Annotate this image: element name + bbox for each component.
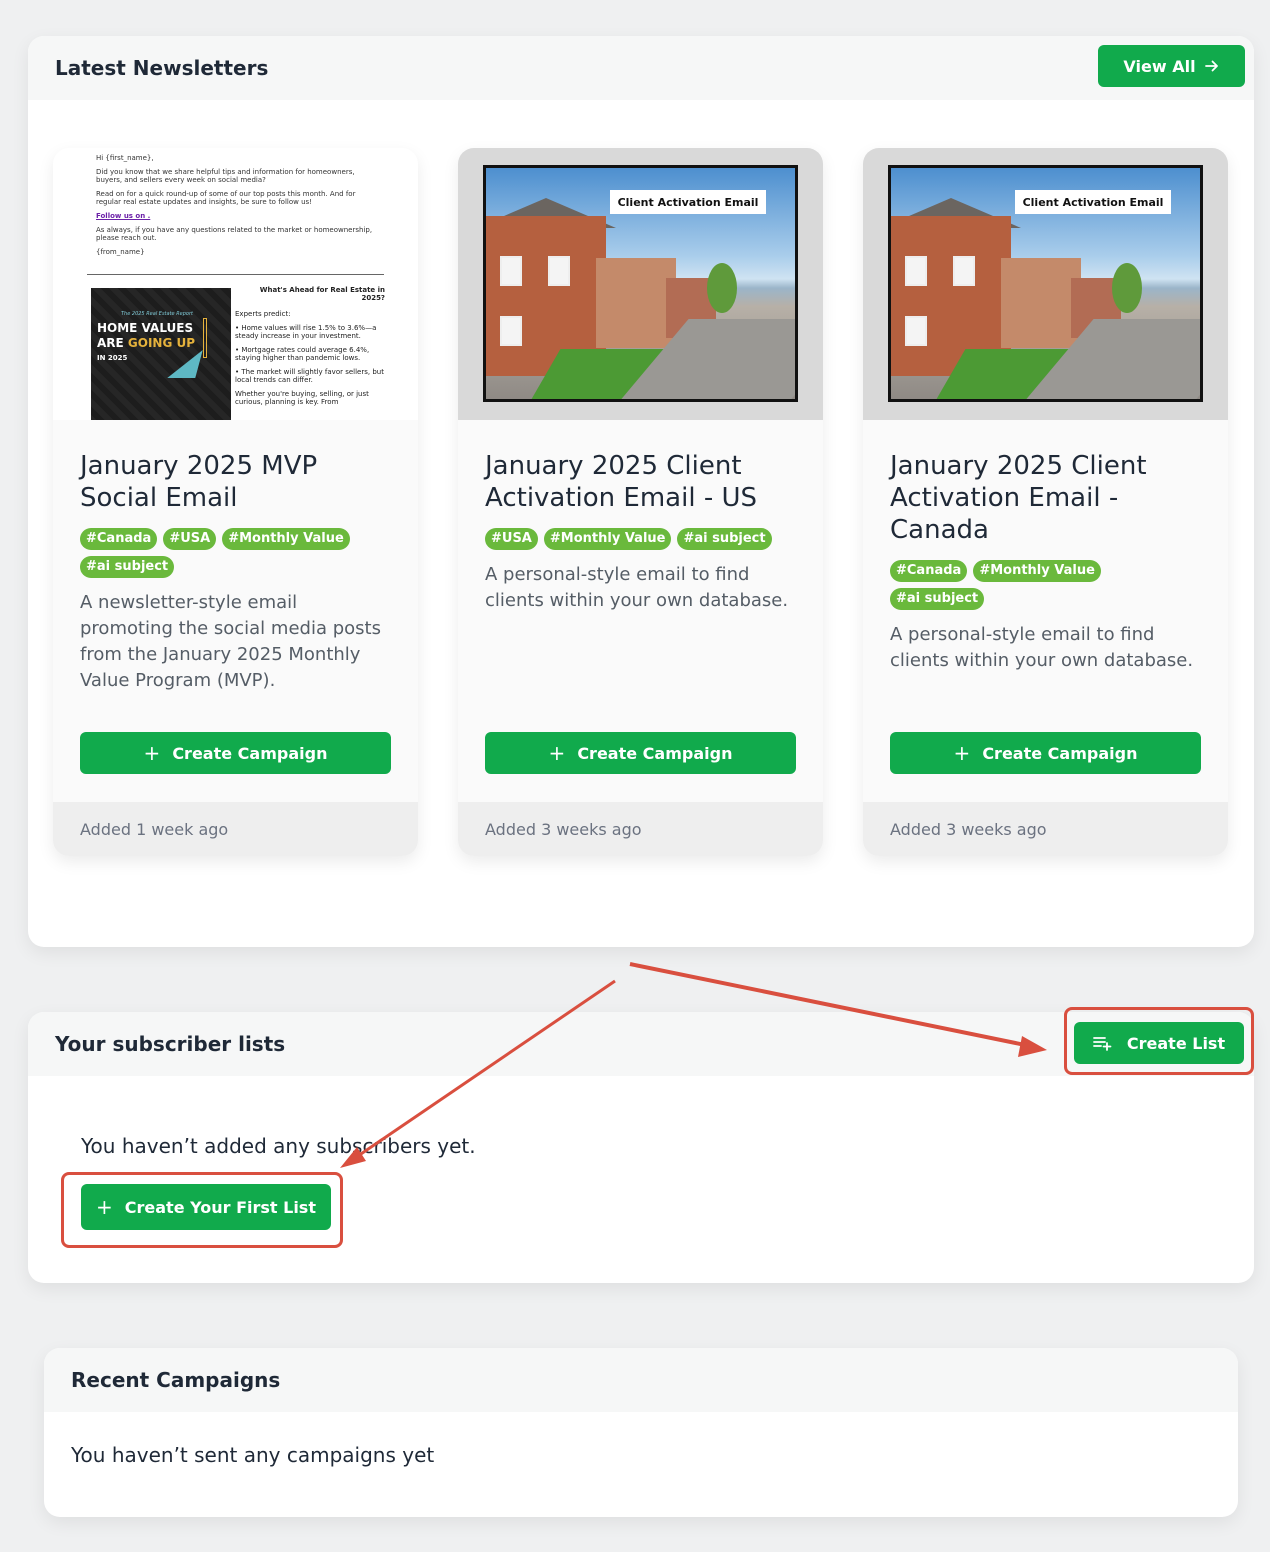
no-campaigns-message: You haven’t sent any campaigns yet: [71, 1443, 435, 1467]
tag: #Canada: [80, 528, 158, 550]
card-title: January 2025 Client Activation Email - U…: [485, 451, 758, 513]
email-side-text: What's Ahead for Real Estate in 2025? Ex…: [235, 286, 385, 412]
card-added-date: Added 1 week ago: [53, 802, 418, 856]
campaigns-header: Recent Campaigns: [44, 1348, 1238, 1412]
newsletters-title: Latest Newsletters: [55, 56, 269, 80]
email-side-intro: Experts predict:: [235, 310, 291, 318]
create-campaign-label: Create Campaign: [577, 743, 733, 763]
email-divider: [87, 274, 384, 275]
promo-triangle-shape: [167, 350, 203, 378]
newsletters-header: Latest Newsletters: [28, 36, 1254, 100]
email-preview-text: Hi {first_name}, Did you know that we sh…: [96, 154, 381, 262]
email-side-bullet: • Home values will rise 1.5% to 3.6%—a s…: [235, 324, 377, 340]
tag-list: #USA #Monthly Value #ai subject: [485, 528, 785, 550]
campaigns-title: Recent Campaigns: [71, 1368, 281, 1392]
create-campaign-button[interactable]: + Create Campaign: [485, 732, 796, 774]
promo-line-2b: GOING UP: [127, 336, 196, 350]
annotation-highlight-create-list: [1064, 1007, 1254, 1075]
tag: #Monthly Value: [543, 528, 672, 550]
promo-headline: HOME VALUES ARE GOING UP: [97, 321, 195, 351]
newsletter-card-mvp-social: Hi {first_name}, Did you know that we sh…: [53, 148, 418, 856]
tag: #ai subject: [890, 588, 985, 610]
email-greeting: Hi {first_name},: [96, 154, 154, 162]
card-body: January 2025 Client Activation Email - C…: [863, 420, 1228, 802]
email-side-heading: What's Ahead for Real Estate in 2025?: [259, 286, 385, 302]
email-follow-link: Follow us on .: [96, 212, 151, 220]
tag: #USA: [163, 528, 217, 550]
plus-icon: +: [143, 741, 161, 765]
photo-label: Client Activation Email: [610, 190, 766, 214]
email-side-bullet: • Mortgage rates could average 6.4%, sta…: [235, 346, 370, 362]
email-side-ending: Whether you're buying, selling, or just …: [235, 390, 369, 406]
plus-icon: +: [953, 741, 971, 765]
card-body: January 2025 Client Activation Email - U…: [458, 420, 823, 802]
house-photo: Client Activation Email: [888, 165, 1203, 402]
newsletter-card-client-activation-us: Client Activation Email January 2025 Cli…: [458, 148, 823, 856]
up-arrow-icon: [203, 318, 207, 358]
card-description: A personal-style email to find clients w…: [890, 624, 1194, 671]
email-side-bullet: • The market will slightly favor sellers…: [235, 368, 384, 384]
create-campaign-label: Create Campaign: [982, 743, 1138, 763]
tag: #ai subject: [80, 556, 175, 578]
card-title: January 2025 MVP Social Email: [80, 451, 318, 513]
create-campaign-button[interactable]: + Create Campaign: [80, 732, 391, 774]
photo-house-shape: [1001, 258, 1081, 348]
photo-label: Client Activation Email: [1015, 190, 1171, 214]
card-added-date: Added 3 weeks ago: [863, 802, 1228, 856]
promo-subtitle: The 2025 Real Estate Report: [121, 311, 194, 317]
promo-graphic: The 2025 Real Estate Report HOME VALUES …: [91, 288, 231, 420]
house-photo: Client Activation Email: [483, 165, 798, 402]
email-signoff: {from_name}: [96, 248, 145, 256]
email-preview-thumbnail: Hi {first_name}, Did you know that we sh…: [53, 148, 418, 420]
email-paragraph: Did you know that we share helpful tips …: [96, 168, 355, 184]
email-paragraph: Read on for a quick round-up of some of …: [96, 190, 356, 206]
promo-line-1: HOME VALUES: [97, 321, 194, 335]
promo-year: IN 2025: [97, 354, 128, 362]
arrow-right-icon: [1204, 60, 1218, 72]
photo-tree-shape: [1112, 263, 1142, 313]
photo-tree-shape: [707, 263, 737, 313]
tag: #Canada: [890, 560, 968, 582]
view-all-button[interactable]: View All: [1098, 45, 1245, 87]
tag-list: #Canada #Monthly Value #ai subject: [890, 560, 1190, 610]
create-campaign-button[interactable]: + Create Campaign: [890, 732, 1201, 774]
tag: #ai subject: [677, 528, 772, 550]
card-thumbnail: Client Activation Email: [458, 148, 823, 420]
latest-newsletters-panel: Latest Newsletters View All Hi {first_na…: [28, 36, 1254, 947]
newsletter-card-client-activation-canada: Client Activation Email January 2025 Cli…: [863, 148, 1228, 856]
card-description: A newsletter-style email promoting the s…: [80, 592, 381, 691]
tag: #Monthly Value: [222, 528, 350, 550]
no-subscribers-message: You haven’t added any subscribers yet.: [81, 1134, 476, 1158]
annotation-highlight-first-list: [61, 1172, 343, 1248]
card-body: January 2025 MVP Social Email #Canada #U…: [53, 420, 418, 802]
subscribers-title: Your subscriber lists: [55, 1032, 286, 1056]
card-thumbnail: Client Activation Email: [863, 148, 1228, 420]
create-campaign-label: Create Campaign: [172, 743, 328, 763]
tag-list: #Canada #USA #Monthly Value #ai subject: [80, 528, 380, 578]
photo-house-shape: [596, 258, 676, 348]
card-description: A personal-style email to find clients w…: [485, 564, 789, 611]
tag: #USA: [485, 528, 538, 550]
card-title: January 2025 Client Activation Email - C…: [890, 451, 1147, 545]
view-all-label: View All: [1123, 56, 1196, 76]
recent-campaigns-panel: Recent Campaigns You haven’t sent any ca…: [44, 1348, 1238, 1517]
promo-line-2a: ARE: [97, 336, 128, 350]
email-paragraph: As always, if you have any questions rel…: [96, 226, 373, 242]
plus-icon: +: [548, 741, 566, 765]
card-added-date: Added 3 weeks ago: [458, 802, 823, 856]
tag: #Monthly Value: [973, 560, 1101, 582]
